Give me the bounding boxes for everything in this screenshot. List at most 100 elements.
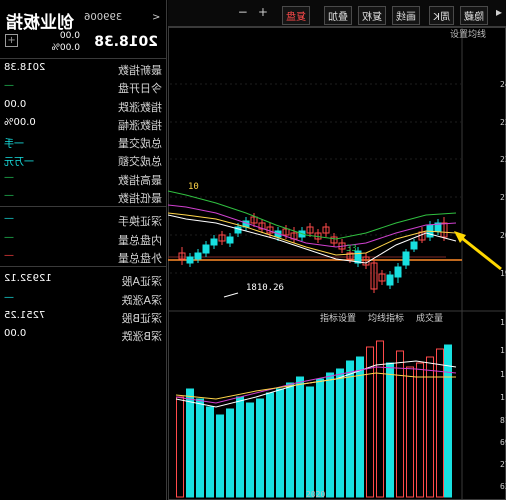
ref-price-label: 33 [346, 244, 357, 254]
quote-row: 总成交量 一手 [0, 133, 166, 151]
ma60-line [168, 190, 457, 240]
volume-tab: 指标设置 [320, 312, 356, 324]
ma-value-label: 10 [188, 182, 199, 192]
price-tick-label: 1900.00 [500, 269, 506, 278]
volume-bar [366, 346, 374, 498]
price-tick-label: 2200.00 [500, 155, 506, 164]
quote-header: 创业板指 399006 < 2018.38 0.00 0.00% + [0, 0, 166, 59]
price-tick-label: 2400.00 [500, 80, 506, 89]
volume-bar [196, 398, 204, 498]
volume-bar [246, 402, 254, 498]
volume-bar [386, 362, 394, 498]
volume-bar [326, 372, 334, 498]
volume-tab: 成交量 [416, 312, 443, 324]
row-label: 外盘总量 [118, 251, 162, 265]
row-label: 深A涨跌 [121, 293, 162, 307]
candle-body [202, 244, 210, 254]
volume-tick-label: 6987.00 [500, 438, 506, 447]
tool-draw-line[interactable]: 画线 [392, 6, 420, 25]
candle-body [394, 266, 402, 278]
flow-stats: 深证换手 — 内盘总量 — 外盘总量 — [0, 211, 166, 266]
row-value: 0.00 [4, 328, 27, 340]
volume-bar [286, 382, 294, 498]
volume-bar [306, 386, 314, 498]
low-price-label: 1810.26 [246, 283, 284, 293]
zoom-out-icon[interactable]: − [238, 5, 248, 19]
volume-bar [236, 396, 244, 498]
change-value: 0.00 [59, 31, 80, 41]
tool-replay[interactable]: 复盘 [282, 6, 310, 25]
index-code: 399006 [84, 12, 123, 23]
volume-bar [356, 356, 364, 498]
row-label: 最高指数 [118, 173, 162, 187]
candle-body [226, 236, 234, 244]
row-label: 今日开盘 [118, 82, 162, 96]
kline-chart[interactable]: 2400.00 2300.00 2200.00 2100.00 2000.00 1900.… [168, 27, 506, 500]
zoom-in-icon[interactable]: + [258, 5, 268, 19]
row-label: 深证A股 [121, 275, 162, 289]
quote-row: 今日开盘 — [0, 78, 166, 96]
row-value: — [4, 190, 14, 202]
volume-tick-label: 1.18 [500, 393, 506, 402]
ma-settings-label: 设置均线 [450, 28, 486, 40]
quote-panel: 创业板指 399006 < 2018.38 0.00 0.00% + 最新指数 2… [0, 0, 167, 500]
row-label: 深证换手 [118, 215, 162, 229]
quote-row: 深证A股 12932.12 [0, 271, 166, 289]
candle-body [210, 238, 218, 246]
volume-bar [336, 368, 344, 498]
tool-adjust[interactable]: 复权 [358, 6, 386, 25]
volume-tick-label: 1.36 [500, 370, 506, 379]
quote-rows: 最新指数 2018.38 今日开盘 — 指数涨跌 0.00 指数涨幅 0.00% 总成交量 一手总… [0, 60, 166, 344]
volume-bar [346, 360, 354, 498]
price-tick-label: 2100.00 [500, 193, 506, 202]
back-icon[interactable]: ◂ [496, 5, 502, 19]
volume-bar [296, 376, 304, 498]
row-value: 7251.25 [4, 309, 46, 321]
candle-body [410, 241, 418, 250]
price-tick-label: 2000.00 [500, 231, 506, 240]
row-value: 0.00 [4, 98, 27, 110]
volume-bar [266, 392, 274, 498]
quote-row: 指数涨幅 0.00% [0, 115, 166, 133]
volume-bar [226, 408, 234, 498]
row-value: — [4, 231, 14, 243]
index-stats: 最新指数 2018.38 今日开盘 — 指数涨跌 0.00 指数涨幅 0.00% 总成交量 一手总… [0, 60, 166, 206]
volume-bar [396, 350, 404, 498]
volume-tick-label: 62.00 [500, 482, 506, 491]
annotation-arrow [457, 233, 502, 271]
chevron-right-icon[interactable]: < [152, 12, 160, 23]
row-value: 一手 [4, 139, 24, 151]
row-label: 最低指数 [118, 192, 162, 206]
volume-bar [276, 388, 284, 498]
volume-bar [426, 356, 434, 498]
volume-bar [186, 388, 194, 498]
row-value: 2018.38 [4, 62, 46, 73]
quote-row: 深A涨跌 — [0, 290, 166, 308]
price-tick-label: 2300.00 [500, 118, 506, 127]
row-value: 一万元 [4, 157, 34, 169]
quote-row: 深证B股 7251.25 [0, 308, 166, 326]
low-pointer [223, 292, 239, 298]
volume-bar [216, 414, 224, 498]
volume-tick-label: 1.53 [500, 346, 506, 355]
candle-body [402, 251, 410, 266]
volume-bar [206, 406, 214, 498]
row-value: 0.00% [4, 116, 36, 128]
add-watchlist-button[interactable]: + [5, 34, 18, 47]
tool-hide[interactable]: 隐藏 [460, 6, 488, 25]
date-label: 2020 [306, 490, 325, 499]
index-price: 2018.38 [94, 34, 158, 50]
volume-bar [406, 366, 414, 498]
quote-row: 最高指数 — [0, 170, 166, 188]
tool-overlay[interactable]: 叠加 [324, 6, 352, 25]
index-change: 0.00 0.00% [51, 30, 80, 54]
row-label: 总成交额 [118, 155, 162, 169]
tool-weekly-k[interactable]: 周K [429, 6, 454, 25]
volume-bar [316, 378, 324, 498]
volume-bar [256, 398, 264, 498]
row-value: — [4, 213, 14, 225]
market-stats: 深证A股 12932.12 深A涨跌 — 深证B股 7251.25 深B涨跌 0.00 [0, 271, 166, 344]
chart-toolbar: ◂ 隐藏 周K 画线 复权 叠加 复盘 + − [168, 0, 506, 27]
quote-row: 指数涨跌 0.00 [0, 97, 166, 115]
row-label: 深B涨跌 [121, 330, 162, 344]
